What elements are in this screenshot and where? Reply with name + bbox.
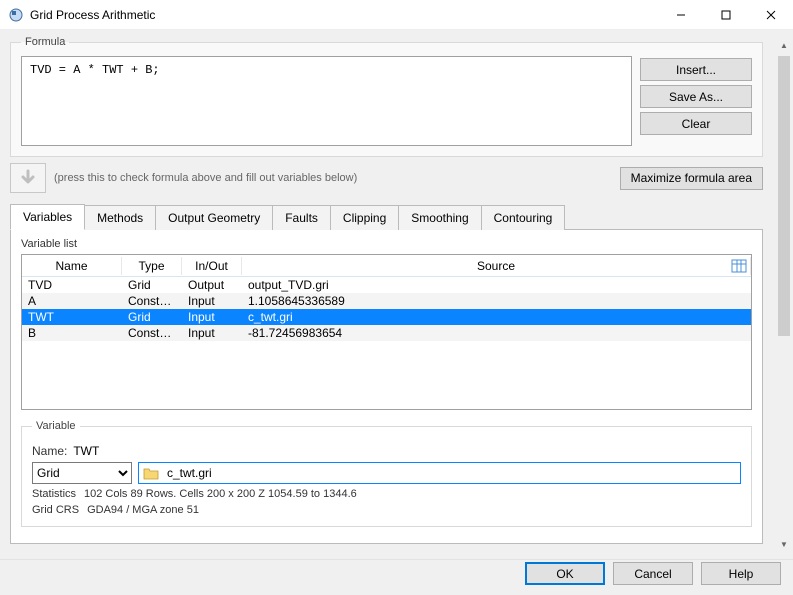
cell: Constant xyxy=(122,324,182,342)
tab-clipping[interactable]: Clipping xyxy=(330,205,399,230)
table-row[interactable]: B Constant Input -81.72456983654 xyxy=(22,325,751,341)
variable-list-header: Name Type In/Out Source xyxy=(22,255,751,277)
titlebar: Grid Process Arithmetic xyxy=(0,0,793,30)
table-row[interactable]: TWT Grid Input c_twt.gri xyxy=(22,309,751,325)
cell: B xyxy=(22,324,122,342)
cell: -81.72456983654 xyxy=(242,324,751,342)
tab-faults[interactable]: Faults xyxy=(272,205,331,230)
vertical-scrollbar[interactable]: ▲ ▼ xyxy=(776,36,792,553)
col-name-header[interactable]: Name xyxy=(22,257,122,275)
tabs: Variables Methods Output Geometry Faults… xyxy=(10,203,763,229)
crs-label: Grid CRS xyxy=(32,504,79,516)
insert-button[interactable]: Insert... xyxy=(640,58,752,81)
scroll-down-icon[interactable]: ▼ xyxy=(776,535,792,553)
window-title: Grid Process Arithmetic xyxy=(30,8,658,22)
tab-smoothing[interactable]: Smoothing xyxy=(398,205,481,230)
col-source-header[interactable]: Source xyxy=(242,257,751,275)
table-row[interactable]: A Constant Input 1.1058645336589 xyxy=(22,293,751,309)
variable-path-field[interactable] xyxy=(138,462,741,484)
variable-name-value: TWT xyxy=(73,444,99,458)
formula-textarea[interactable]: TVD = A * TWT + B; xyxy=(21,56,632,146)
clear-button[interactable]: Clear xyxy=(640,112,752,135)
dialog-footer: OK Cancel Help xyxy=(0,559,793,595)
check-hint-text: (press this to check formula above and f… xyxy=(54,172,612,184)
scroll-up-icon[interactable]: ▲ xyxy=(776,36,792,54)
variable-type-select[interactable]: Grid xyxy=(32,462,132,484)
tab-variables[interactable]: Variables xyxy=(10,204,85,230)
stats-value: 102 Cols 89 Rows. Cells 200 x 200 Z 1054… xyxy=(84,488,357,500)
maximize-button[interactable] xyxy=(703,0,748,30)
variable-legend: Variable xyxy=(32,420,80,432)
crs-value: GDA94 / MGA zone 51 xyxy=(87,504,199,516)
cancel-button[interactable]: Cancel xyxy=(613,562,693,585)
close-button[interactable] xyxy=(748,0,793,30)
help-button[interactable]: Help xyxy=(701,562,781,585)
saveas-button[interactable]: Save As... xyxy=(640,85,752,108)
tab-methods[interactable]: Methods xyxy=(84,205,156,230)
variable-path-input[interactable] xyxy=(165,464,736,482)
app-icon xyxy=(8,7,24,23)
stats-label: Statistics xyxy=(32,488,76,500)
tabpane-variables: Variable list Name Type In/Out Source TV… xyxy=(10,229,763,544)
formula-legend: Formula xyxy=(21,36,69,48)
folder-icon[interactable] xyxy=(143,466,159,480)
col-type-header[interactable]: Type xyxy=(122,257,182,275)
formula-group: Formula TVD = A * TWT + B; Insert... Sav… xyxy=(10,36,763,157)
tab-output-geometry[interactable]: Output Geometry xyxy=(155,205,273,230)
ok-button[interactable]: OK xyxy=(525,562,605,585)
cell: Input xyxy=(182,324,242,342)
scrollbar-thumb[interactable] xyxy=(778,56,790,336)
table-row[interactable]: TVD Grid Output output_TVD.gri xyxy=(22,277,751,293)
minimize-button[interactable] xyxy=(658,0,703,30)
variable-group: Variable Name: TWT Grid xyxy=(21,420,752,527)
variable-list[interactable]: Name Type In/Out Source TVD Grid Output … xyxy=(21,254,752,410)
maximize-formula-button[interactable]: Maximize formula area xyxy=(620,167,763,190)
tab-contouring[interactable]: Contouring xyxy=(481,205,566,230)
col-inout-header[interactable]: In/Out xyxy=(182,257,242,275)
variable-name-label: Name: xyxy=(32,444,67,458)
columns-icon[interactable] xyxy=(731,258,747,274)
check-formula-button[interactable] xyxy=(10,163,46,193)
variable-list-label: Variable list xyxy=(21,238,752,250)
